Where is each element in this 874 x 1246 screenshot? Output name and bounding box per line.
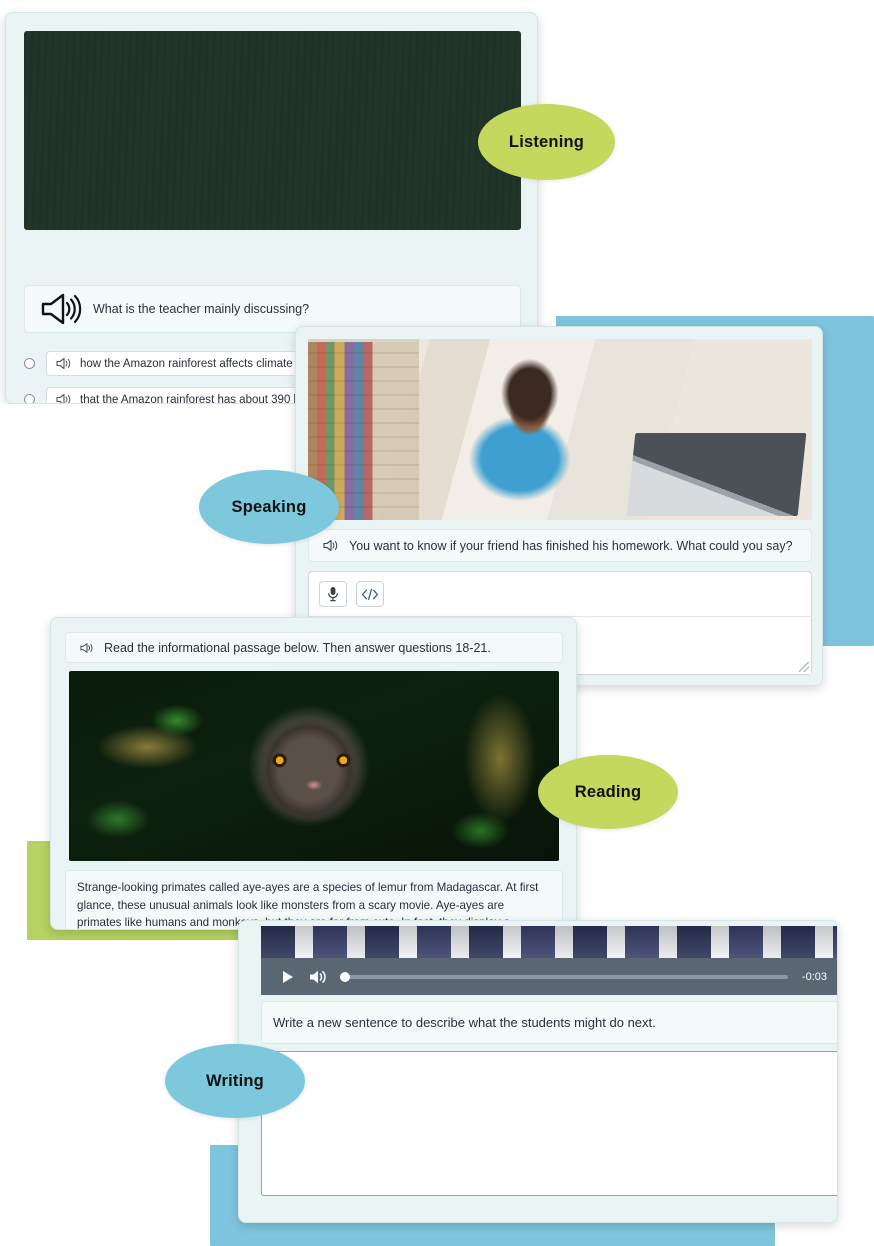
- radio-option-2[interactable]: [24, 394, 35, 403]
- badge-speaking: Speaking: [199, 470, 339, 544]
- speaking-toolbar: [319, 581, 384, 607]
- play-button[interactable]: [273, 970, 303, 983]
- collage-stage: What is the teacher mainly discussing? h…: [0, 0, 874, 1246]
- listening-media-rainforest: [24, 31, 521, 230]
- microphone-icon: [328, 587, 338, 602]
- badge-reading: Reading: [538, 755, 678, 829]
- video-player-controls: -0:03: [261, 958, 837, 995]
- reading-card: Read the informational passage below. Th…: [50, 617, 577, 930]
- volume-icon: [309, 970, 326, 983]
- record-microphone-button[interactable]: [319, 581, 347, 607]
- writing-card: -0:03 Write a new sentence to describe w…: [238, 920, 838, 1223]
- badge-reading-label: Reading: [574, 782, 642, 801]
- badge-speaking-label: Speaking: [231, 497, 307, 516]
- resize-grip-icon[interactable]: [799, 662, 809, 672]
- badge-writing-label: Writing: [206, 1071, 264, 1090]
- code-icon: [361, 588, 379, 600]
- writing-response-textarea[interactable]: [261, 1051, 837, 1196]
- speaker-icon: [41, 293, 82, 325]
- volume-button[interactable]: [303, 969, 333, 985]
- video-progress-knob[interactable]: [340, 971, 350, 982]
- speaking-prompt-panel: You want to know if your friend has fini…: [308, 529, 812, 562]
- listening-question-text: What is the teacher mainly discussing?: [93, 302, 310, 316]
- speaker-icon: [56, 393, 71, 403]
- play-icon: [283, 970, 293, 983]
- writing-media-students: [261, 926, 837, 958]
- video-time-remaining: -0:03: [801, 970, 827, 983]
- writing-prompt-panel: Write a new sentence to describe what th…: [261, 1001, 837, 1044]
- speaker-icon: [80, 642, 93, 653]
- badge-listening: Listening: [478, 104, 615, 180]
- video-progress-track[interactable]: [340, 971, 788, 982]
- reading-prompt-text: Read the informational passage below. Th…: [104, 640, 491, 655]
- speaking-media-student: [308, 339, 812, 520]
- radio-option-1[interactable]: [24, 358, 35, 369]
- writing-prompt-text: Write a new sentence to describe what th…: [273, 1015, 656, 1030]
- speaker-icon: [323, 539, 338, 552]
- reading-media-ayeaye: [69, 671, 559, 861]
- badge-writing: Writing: [165, 1044, 305, 1118]
- reading-prompt-panel: Read the informational passage below. Th…: [65, 632, 563, 663]
- badge-listening-label: Listening: [508, 132, 585, 151]
- code-button[interactable]: [356, 581, 384, 607]
- speaking-prompt-text: You want to know if your friend has fini…: [349, 538, 793, 553]
- speaker-icon: [56, 357, 71, 370]
